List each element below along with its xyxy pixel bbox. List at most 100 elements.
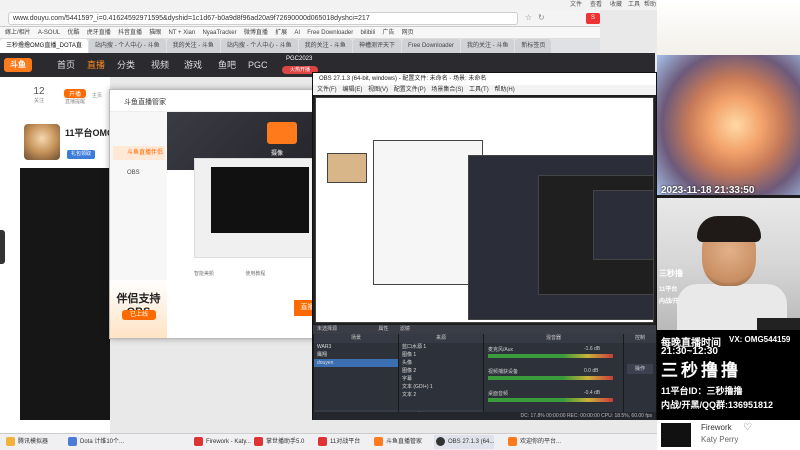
taskbar-item-active[interactable]: OBS 27.1.3 (64...	[434, 435, 495, 449]
bookmark-item[interactable]: 优酷	[67, 27, 79, 38]
beauty-tool[interactable]: 智能美颜	[194, 271, 214, 277]
streamer-name: 三秒撸撸	[661, 361, 741, 380]
nav-yuba[interactable]: 鱼吧	[218, 53, 236, 77]
url-input[interactable]: www.douyu.com/544159?_i=0.41624592971595…	[8, 12, 518, 25]
obs-menu-tools[interactable]: 工具(T)	[469, 87, 489, 93]
stat-follow[interactable]: 12 关注	[24, 86, 54, 104]
refresh-icon[interactable]: ↻	[538, 13, 545, 22]
tab-follow[interactable]: 我的关注 - 斗鱼	[166, 39, 220, 53]
sidebar-item-obs[interactable]: OBS	[113, 166, 165, 180]
obs-menu-help[interactable]: 帮助(H)	[494, 87, 514, 93]
scene-item[interactable]: 鹰翔	[314, 351, 398, 359]
nested-obs-deepest	[593, 190, 654, 260]
nav-home[interactable]: 首页	[57, 53, 75, 77]
mixer-channel-label: 桌面音频	[488, 391, 509, 397]
menu-view[interactable]: 查看	[590, 0, 602, 10]
taskbar-item[interactable]: Dota 计维10个...	[66, 435, 124, 449]
banner-button[interactable]: 已上线	[122, 310, 156, 320]
video-player[interactable]	[20, 168, 110, 420]
gift-tag[interactable]: 礼包领取	[67, 150, 95, 159]
tutorial-tool[interactable]: 使用教程	[245, 271, 265, 277]
search-engine-button[interactable]: S	[586, 13, 600, 24]
stat-home-label: 主页	[91, 93, 102, 99]
bookmark-item[interactable]: NT + Xian	[168, 27, 195, 38]
obs-menu-file[interactable]: 文件(F)	[317, 87, 337, 93]
props-button[interactable]: 属性	[378, 326, 388, 332]
menu-tools[interactable]: 工具	[628, 0, 640, 10]
taskbar-item[interactable]: 11对战平台	[316, 435, 360, 449]
source-item[interactable]: 蓝口水源 1	[399, 343, 483, 351]
menu-favorites[interactable]: 收藏	[610, 0, 622, 10]
tab-review[interactable]: 神槽测评天下	[352, 39, 401, 53]
like-icon[interactable]: ♡	[743, 422, 752, 433]
nav-game[interactable]: 游戏	[184, 53, 202, 77]
platform-id: 11平台ID：三秒撸撸	[661, 386, 743, 396]
bookmark-item[interactable]: 网页	[402, 27, 414, 38]
source-item[interactable]: 字幕	[399, 375, 483, 383]
bookmark-item[interactable]: 微博直播	[244, 27, 268, 38]
obs-source-status: 未选择源 属性 滤镜	[313, 325, 656, 334]
tab-new[interactable]: 新标签页	[515, 39, 552, 53]
song-artist: Katy Perry	[701, 435, 739, 444]
bookmark-item[interactable]: A-SOUL	[38, 27, 60, 38]
nav-live[interactable]: 直播	[87, 53, 105, 77]
sidebar-item-companion[interactable]: 斗鱼直播伴侣	[113, 146, 165, 160]
bookmark-item[interactable]: 抖音直播	[118, 27, 142, 38]
bookmark-item[interactable]: 扩展	[275, 27, 287, 38]
nav-video[interactable]: 视频	[151, 53, 169, 77]
taskbar-item[interactable]: 斗鱼直播管家	[372, 435, 422, 449]
bookmark-item[interactable]: 猫眼	[149, 27, 161, 38]
obs-menu-view[interactable]: 视图(V)	[368, 87, 388, 93]
obs-menu-scenes[interactable]: 场景集合(S)	[431, 87, 463, 93]
action-button[interactable]: 操作	[627, 364, 653, 374]
streamer-hair	[697, 216, 761, 242]
source-item[interactable]: 文本 (GDI+) 1	[399, 383, 483, 391]
menu-help[interactable]: 帮助	[644, 0, 656, 10]
mixer-db: -1.6 dB	[584, 346, 601, 352]
tab-douyu-stream[interactable]: 三秒撸撸OMG直播_DOTA直	[0, 39, 88, 53]
filters-button[interactable]: 滤镜	[400, 326, 410, 332]
obs-support-banner[interactable]: 伴侣支持OBS 已上线	[110, 280, 167, 338]
tab-follow-2[interactable]: 我的关注 - 斗鱼	[298, 39, 352, 53]
taskbar-item[interactable]: 掌世播助手5.0	[252, 435, 304, 449]
streamer-card[interactable]: 11平台OMG 礼包领取	[20, 120, 114, 165]
source-item[interactable]: 头像	[399, 359, 483, 367]
music-widget[interactable]: Firework Katy Perry ♡	[657, 420, 800, 450]
mixer-meter	[488, 376, 613, 380]
source-item[interactable]: 文本 2	[399, 391, 483, 399]
bookmark-item[interactable]: 嫁上/相片	[5, 27, 31, 38]
taskbar-item[interactable]: Firework - Katy...	[192, 435, 251, 449]
scene-item[interactable]: WAR3	[314, 343, 398, 351]
stat-follow-num: 12	[33, 86, 45, 97]
bookmark-item[interactable]: 广告	[382, 27, 394, 38]
bookmark-item[interactable]: AI	[294, 27, 300, 38]
assistant-title: 斗鱼直播管家	[124, 99, 166, 106]
nav-pgc[interactable]: PGC	[248, 53, 268, 77]
taskbar-item[interactable]: 欢迎你的平台...	[506, 435, 561, 449]
taskbar-item[interactable]: 腾讯模拟器	[4, 435, 48, 449]
douyu-logo[interactable]: 斗鱼	[4, 58, 32, 72]
side-handle[interactable]	[0, 230, 5, 264]
stat-live-num: 开播	[64, 89, 86, 98]
stat-home[interactable]: 主页	[86, 86, 108, 99]
tab-follow-3[interactable]: 我的关注 - 斗鱼	[460, 39, 515, 53]
bookmark-item[interactable]: bilibili	[361, 27, 376, 38]
tab-profile[interactable]: 站内搜 - 个人中心 - 斗鱼	[88, 39, 166, 53]
source-item[interactable]: 图像 2	[399, 367, 483, 375]
streamer-avatar[interactable]	[24, 124, 60, 160]
tab-downloader[interactable]: Free Downloader	[401, 39, 460, 53]
star-icon[interactable]: ☆	[525, 13, 532, 22]
obs-menu-profile[interactable]: 配置文件(P)	[394, 87, 426, 93]
stat-live-label: 直播提醒	[64, 99, 85, 105]
scene-item-selected[interactable]: douyen	[314, 359, 398, 367]
nav-category[interactable]: 分类	[117, 53, 135, 77]
obs-preview-canvas[interactable]	[313, 95, 656, 325]
menu-file[interactable]: 文件	[570, 0, 582, 10]
bookmark-item[interactable]: 虎牙直播	[87, 27, 111, 38]
source-item[interactable]: 图像 1	[399, 351, 483, 359]
bookmark-item[interactable]: Free Downloader	[307, 27, 353, 38]
bookmark-item[interactable]: NyaaTracker	[202, 27, 236, 38]
tab-profile-2[interactable]: 站内搜 - 个人中心 - 斗鱼	[220, 39, 298, 53]
obs-menu-edit[interactable]: 编辑(E)	[342, 87, 362, 93]
app-icon	[318, 436, 327, 446]
